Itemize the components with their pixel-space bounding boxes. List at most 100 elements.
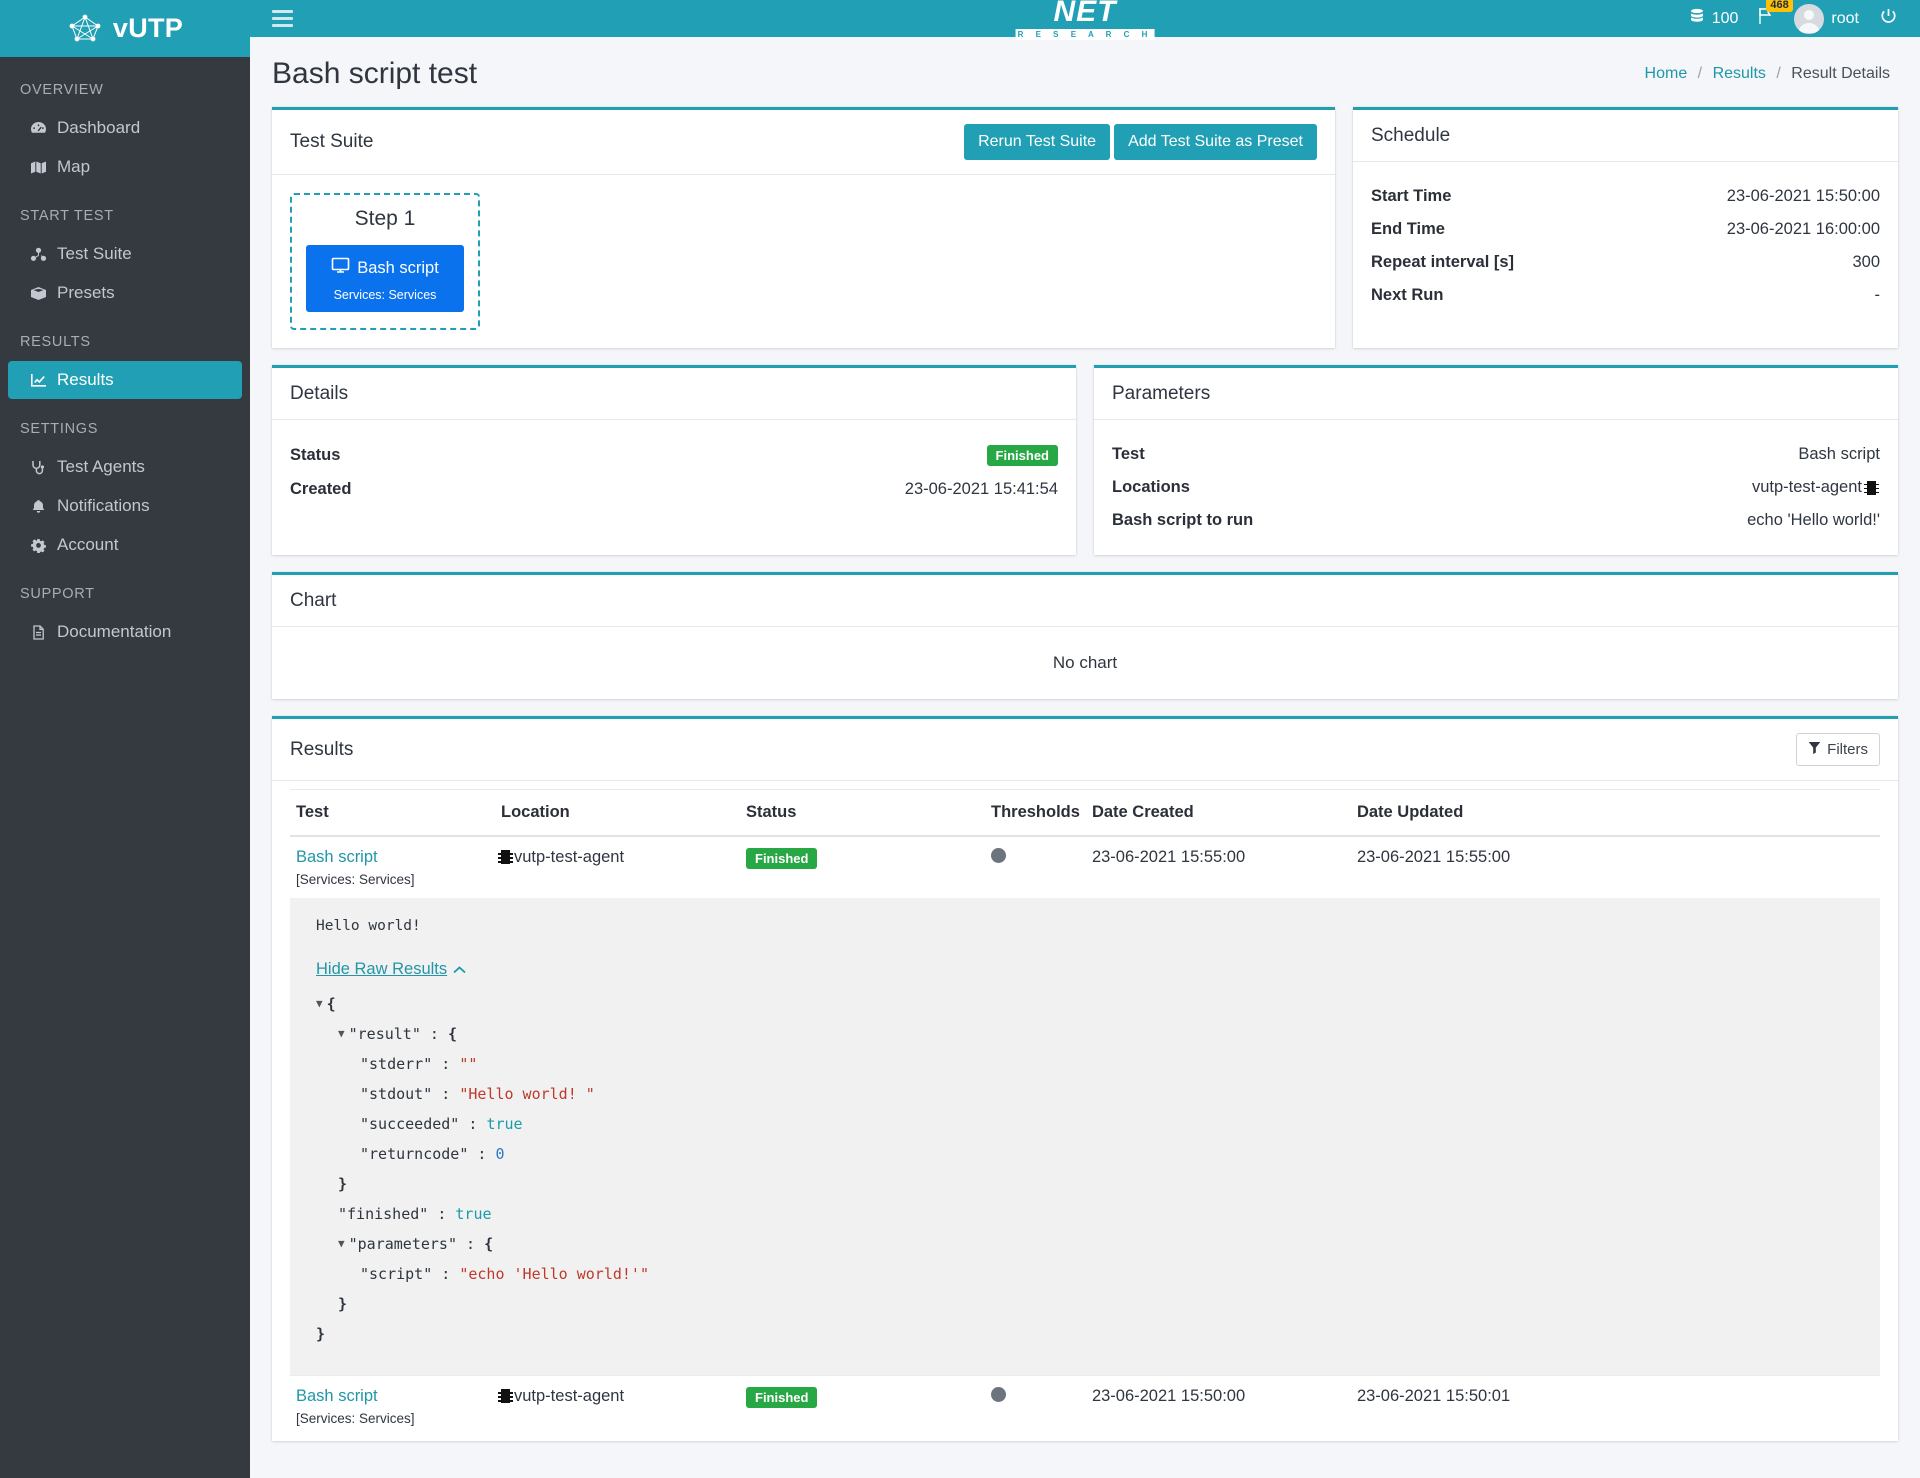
sidebar-item-test-suite[interactable]: Test Suite bbox=[8, 235, 242, 273]
result-test-link[interactable]: Bash script bbox=[296, 1387, 378, 1405]
parameters-header: Parameters bbox=[1094, 368, 1898, 420]
result-location: vutp-test-agent bbox=[514, 1387, 625, 1405]
parameters-value-wrap: vutp-test-agent bbox=[1752, 478, 1880, 497]
sidebar-item-results[interactable]: Results bbox=[8, 361, 242, 399]
sidebar-item-documentation[interactable]: Documentation bbox=[8, 613, 242, 651]
sidebar-item-label: Account bbox=[57, 535, 119, 554]
column-header-test[interactable]: Test bbox=[290, 789, 495, 837]
sidebar-item-label: Results bbox=[57, 370, 114, 389]
stdout-preview: Hello world! bbox=[316, 918, 421, 934]
details-status-value: Finished bbox=[986, 445, 1058, 466]
cell-status: Finished bbox=[740, 836, 985, 898]
collapse-triangle-icon[interactable]: ▼ bbox=[338, 1023, 345, 1045]
flag-badge: 468 bbox=[1766, 0, 1793, 12]
parameters-key: Bash script to run bbox=[1112, 511, 1254, 529]
parameters-body: Test Bash script Locations vutp-test-age… bbox=[1094, 420, 1898, 555]
chart-empty-message: No chart bbox=[1052, 653, 1118, 672]
cell-test: Bash script [Services: Services] bbox=[290, 1375, 495, 1437]
breadcrumb-separator: / bbox=[1776, 65, 1781, 82]
parameters-row-bash-script: Bash script to run echo 'Hello world!' bbox=[1112, 504, 1880, 537]
result-test-sub: [Services: Services] bbox=[296, 872, 415, 887]
schedule-value: 300 bbox=[1852, 253, 1880, 271]
net-logo-sub: R E S E A R C H bbox=[1015, 29, 1155, 40]
test-suite-body: Step 1 Bash script Services: Services bbox=[272, 175, 1335, 348]
username: root bbox=[1831, 9, 1859, 27]
details-row-status: Status Finished bbox=[290, 438, 1058, 473]
nav-section-overview: OVERVIEW bbox=[20, 82, 104, 98]
test-suite-header: Test Suite Rerun Test Suite Add Test Sui… bbox=[272, 110, 1335, 175]
schedule-key: Next Run bbox=[1371, 286, 1444, 304]
sidebar-item-presets[interactable]: Presets bbox=[8, 274, 242, 312]
hide-raw-results-label: Hide Raw Results bbox=[316, 960, 448, 978]
sidebar-item-test-agents[interactable]: Test Agents bbox=[8, 448, 242, 486]
funnel-icon bbox=[1808, 741, 1821, 758]
column-header-location[interactable]: Location bbox=[495, 789, 740, 837]
sidebar-item-account[interactable]: Account bbox=[8, 526, 242, 564]
cell-date-created: 23-06-2021 15:55:00 bbox=[1091, 848, 1246, 866]
column-header-date-updated[interactable]: Date Updated bbox=[1350, 789, 1880, 837]
sidebar-item-dashboard[interactable]: Dashboard bbox=[8, 109, 242, 147]
breadcrumb-results[interactable]: Results bbox=[1713, 65, 1766, 82]
table-row[interactable]: Bash script [Services: Services] vutp-te… bbox=[290, 836, 1880, 898]
chevron-up-icon bbox=[453, 960, 466, 979]
credits-indicator[interactable]: 100 bbox=[1689, 8, 1739, 29]
result-test-link[interactable]: Bash script bbox=[296, 848, 378, 866]
results-card: Results Filters Test Location Status Thr… bbox=[272, 716, 1898, 1441]
column-header-date-created[interactable]: Date Created bbox=[1085, 789, 1351, 837]
row-details-parameters: Details Status Finished Created 23-06-20… bbox=[272, 365, 1898, 572]
brand-name: vUTP bbox=[112, 13, 184, 43]
sidebar-item-notifications[interactable]: Notifications bbox=[8, 487, 242, 525]
net-research-logo: NET R E S E A R C H bbox=[1015, 0, 1155, 40]
sidebar-nav: OVERVIEW Dashboard Map START TEST Test S bbox=[0, 57, 250, 651]
parameters-row-test: Test Bash script bbox=[1112, 438, 1880, 471]
rerun-test-suite-button[interactable]: Rerun Test Suite bbox=[964, 124, 1111, 160]
raw-results-row: Hello world! Hide Raw Results ▼ {▼ "res… bbox=[290, 898, 1880, 1376]
filters-button[interactable]: Filters bbox=[1796, 733, 1880, 766]
test-suite-actions: Rerun Test Suite Add Test Suite as Prese… bbox=[964, 124, 1317, 160]
cell-date-updated: 23-06-2021 15:55:00 bbox=[1356, 848, 1511, 866]
test-suite-card: Test Suite Rerun Test Suite Add Test Sui… bbox=[272, 107, 1335, 348]
collapse-triangle-icon[interactable]: ▼ bbox=[338, 1233, 345, 1255]
flag-indicator[interactable]: 468 bbox=[1758, 0, 1793, 30]
table-row[interactable]: Bash script [Services: Services] vutp-te… bbox=[290, 1375, 1880, 1437]
cell-thresholds bbox=[985, 1375, 1086, 1437]
brand-logo-area[interactable]: vUTP bbox=[0, 0, 250, 57]
results-table-head: Test Location Status Thresholds Date Cre… bbox=[290, 789, 1880, 837]
status-badge: Finished bbox=[746, 848, 818, 869]
user-avatar-icon bbox=[1794, 3, 1825, 34]
schedule-value: 23-06-2021 16:00:00 bbox=[1726, 220, 1880, 238]
hamburger-icon[interactable] bbox=[272, 10, 293, 27]
sidebar-item-map[interactable]: Map bbox=[8, 148, 242, 186]
user-menu[interactable]: root bbox=[1794, 3, 1859, 34]
cell-date-created: 23-06-2021 15:50:00 bbox=[1085, 1375, 1351, 1437]
hide-raw-results-toggle[interactable]: Hide Raw Results bbox=[316, 960, 466, 979]
details-header: Details bbox=[272, 368, 1076, 420]
json-line: ▼ "parameters" : { bbox=[338, 1233, 494, 1255]
power-icon[interactable] bbox=[1879, 7, 1898, 31]
collapse-triangle-icon[interactable]: ▼ bbox=[316, 993, 323, 1015]
schedule-row-repeat-interval: Repeat interval [s] 300 bbox=[1371, 246, 1880, 279]
dashboard-icon bbox=[28, 121, 48, 136]
credits-count: 100 bbox=[1711, 9, 1739, 27]
step-tile-bash-script[interactable]: Bash script Services: Services bbox=[306, 245, 464, 312]
schedule-key: End Time bbox=[1371, 220, 1445, 238]
column-header-status[interactable]: Status bbox=[740, 789, 985, 837]
schedule-title: Schedule bbox=[1371, 124, 1451, 146]
schedule-key: Repeat interval [s] bbox=[1371, 253, 1515, 271]
chip-icon bbox=[498, 1389, 513, 1403]
chip-icon bbox=[1864, 480, 1879, 495]
results-table: Test Location Status Thresholds Date Cre… bbox=[290, 789, 1880, 1437]
results-actions: Filters bbox=[1796, 733, 1880, 766]
topbar: NET R E S E A R C H 100 468 root bbox=[250, 0, 1920, 40]
step-box: Step 1 Bash script Services: Services bbox=[290, 193, 480, 330]
app-root: vUTP OVERVIEW Dashboard Map START TEST T… bbox=[0, 0, 1920, 1478]
parameters-value: echo 'Hello world!' bbox=[1747, 511, 1880, 529]
chart-title: Chart bbox=[290, 589, 337, 611]
json-line: "stderr" : "" bbox=[360, 1055, 478, 1073]
json-line: "script" : "echo 'Hello world!'" bbox=[360, 1265, 649, 1283]
add-test-suite-as-preset-button[interactable]: Add Test Suite as Preset bbox=[1114, 124, 1317, 160]
parameters-value: vutp-test-agent bbox=[1751, 478, 1862, 496]
breadcrumb-home[interactable]: Home bbox=[1645, 65, 1688, 82]
column-header-thresholds[interactable]: Thresholds bbox=[985, 789, 1086, 837]
status-badge: Finished bbox=[986, 445, 1058, 466]
